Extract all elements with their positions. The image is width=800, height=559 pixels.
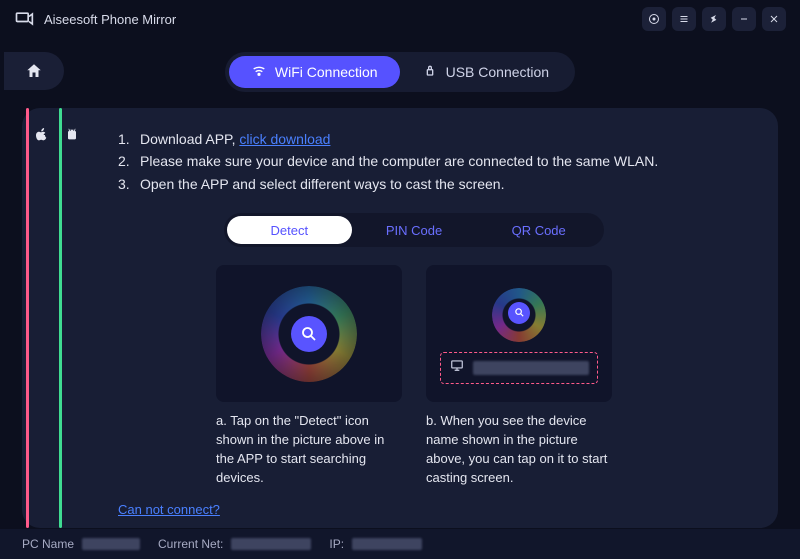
mode-tabs: Detect PIN Code QR Code	[224, 213, 604, 247]
platform-indicator-bars	[22, 108, 62, 528]
instruction-2-text: Please make sure your device and the com…	[140, 150, 658, 172]
card-device-image	[426, 265, 612, 402]
home-button[interactable]	[4, 52, 64, 90]
search-icon	[291, 316, 327, 352]
pc-name-redacted	[82, 538, 140, 550]
wifi-icon	[251, 63, 267, 82]
pin-button[interactable]	[702, 7, 726, 31]
search-icon-small	[508, 302, 530, 324]
main-panel: 1. Download APP, click download 2. Pleas…	[22, 108, 778, 528]
card-detect: a. Tap on the "Detect" icon shown in the…	[216, 265, 402, 487]
status-ip: IP:	[329, 537, 422, 551]
tab-usb-label: USB Connection	[446, 64, 550, 80]
status-pc-name: PC Name	[22, 537, 140, 551]
apple-icon	[34, 126, 50, 147]
minimize-button[interactable]	[732, 7, 756, 31]
feedback-button[interactable]	[642, 7, 666, 31]
instruction-3-text: Open the APP and select different ways t…	[140, 173, 504, 195]
titlebar-left: Aiseesoft Phone Mirror	[14, 9, 176, 29]
card-device: b. When you see the device name shown in…	[426, 265, 612, 487]
card-detect-image	[216, 265, 402, 402]
platform-icons	[34, 126, 80, 147]
tab-wifi-connection[interactable]: WiFi Connection	[229, 56, 400, 88]
connection-tabs: WiFi Connection USB Connection	[22, 52, 778, 92]
bar-ios	[26, 108, 29, 528]
tab-usb-connection[interactable]: USB Connection	[400, 56, 572, 88]
app-icon	[14, 9, 34, 29]
tab-detect[interactable]: Detect	[227, 216, 352, 244]
tab-pin-code[interactable]: PIN Code	[352, 216, 477, 244]
instruction-3: 3. Open the APP and select different way…	[118, 173, 752, 195]
instruction-2: 2. Please make sure your device and the …	[118, 150, 752, 172]
card-device-caption: b. When you see the device name shown in…	[426, 412, 612, 487]
menu-button[interactable]	[672, 7, 696, 31]
cannot-connect-link[interactable]: Can not connect?	[118, 502, 752, 517]
net-redacted	[231, 538, 311, 550]
instruction-1-prefix: Download APP,	[140, 131, 239, 147]
app-title: Aiseesoft Phone Mirror	[44, 12, 176, 27]
status-current-net: Current Net:	[158, 537, 311, 551]
ip-redacted	[352, 538, 422, 550]
close-button[interactable]	[762, 7, 786, 31]
instructions-list: 1. Download APP, click download 2. Pleas…	[76, 128, 752, 195]
device-name-redacted	[473, 361, 589, 375]
tab-qr-code[interactable]: QR Code	[476, 216, 601, 244]
device-list-item	[440, 352, 598, 384]
android-icon	[64, 126, 80, 147]
usb-icon	[422, 63, 438, 82]
statusbar: PC Name Current Net: IP:	[0, 529, 800, 559]
monitor-icon	[449, 358, 465, 377]
instruction-1: 1. Download APP, click download	[118, 128, 752, 150]
titlebar-controls	[642, 7, 786, 31]
download-link[interactable]: click download	[239, 131, 330, 147]
card-detect-caption: a. Tap on the "Detect" icon shown in the…	[216, 412, 402, 487]
titlebar: Aiseesoft Phone Mirror	[0, 0, 800, 38]
guide-cards: a. Tap on the "Detect" icon shown in the…	[76, 265, 752, 487]
bar-android	[59, 108, 62, 528]
tab-wifi-label: WiFi Connection	[275, 64, 378, 80]
